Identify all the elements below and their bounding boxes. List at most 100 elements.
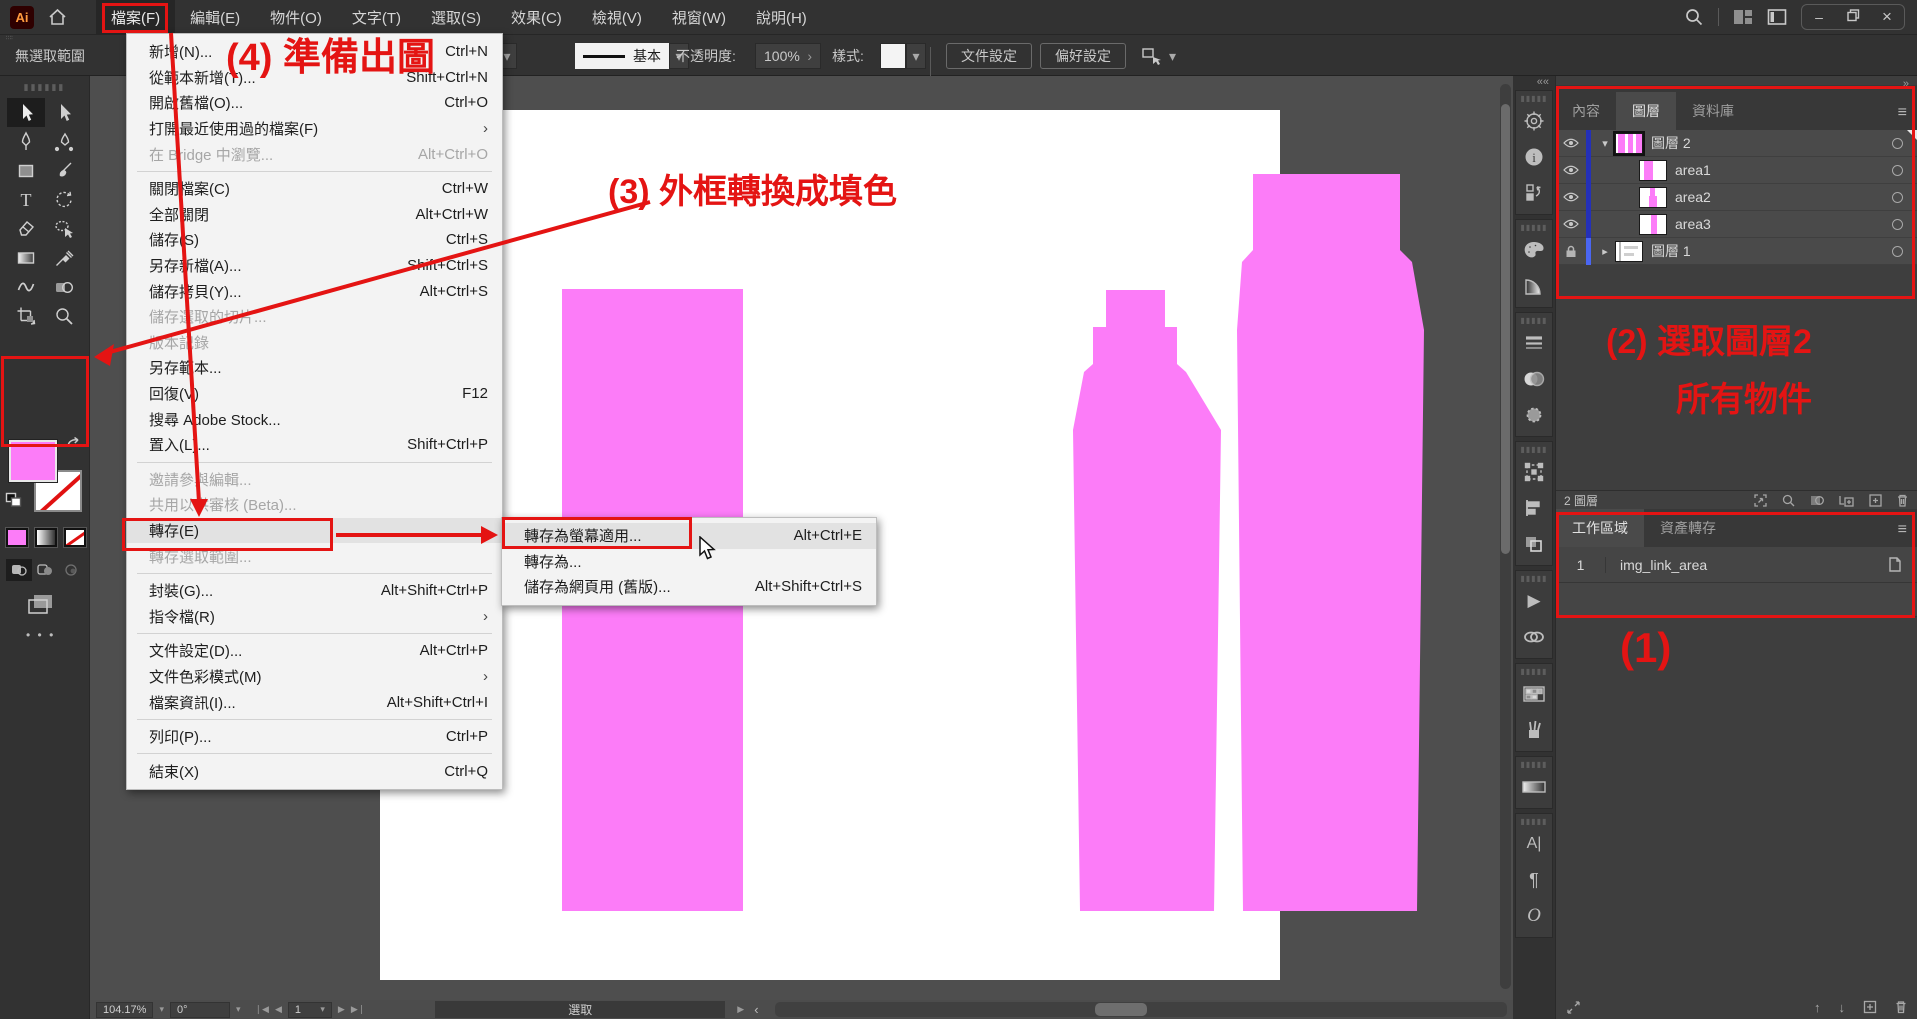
menu-item-save-a-copy[interactable]: 儲存拷貝(Y)...Alt+Ctrl+S (127, 278, 502, 304)
none-button[interactable] (64, 528, 86, 547)
actions-panel-icon[interactable]: ▶ (1516, 583, 1552, 619)
visibility-eye-icon[interactable] (1556, 165, 1586, 175)
brush-definition-select[interactable]: 基本 (575, 43, 669, 69)
menu-item-place[interactable]: 置入(L)...Shift+Ctrl+P (127, 432, 502, 458)
lock-icon[interactable] (1556, 245, 1586, 258)
horizontal-scrollbar[interactable] (775, 1002, 1507, 1017)
menu-file[interactable]: 檔案(F) (96, 0, 175, 34)
dock-grip[interactable]: ▮▮▮▮▮ (1516, 667, 1552, 676)
menu-item-package[interactable]: 封裝(G)...Alt+Shift+Ctrl+P (127, 578, 502, 604)
menu-item-save-as[interactable]: 另存新檔(A)...Shift+Ctrl+S (127, 253, 502, 279)
object-name[interactable]: area3 (1675, 216, 1711, 232)
layer-thumbnail[interactable] (1615, 241, 1643, 262)
selection-tool[interactable] (7, 98, 45, 127)
delete-artboard-icon[interactable] (1895, 1000, 1907, 1014)
menu-item-close[interactable]: 關閉檔案(C)Ctrl+W (127, 176, 502, 202)
opentype-panel-icon[interactable]: O (1516, 898, 1552, 934)
layer-name[interactable]: 圖層 1 (1651, 241, 1691, 261)
transform-panel-icon[interactable] (1516, 454, 1552, 490)
menu-item-close-all[interactable]: 全部關閉Alt+Ctrl+W (127, 202, 502, 228)
zoom-tool[interactable] (45, 301, 83, 330)
rotate-tool[interactable] (45, 185, 83, 214)
select-similar-chevron-icon[interactable]: ▾ (1169, 48, 1176, 65)
type-tool[interactable]: T (7, 185, 45, 214)
swatches-panel-icon[interactable] (1516, 676, 1552, 712)
dock-grip[interactable]: ▮▮▮▮▮ (1516, 760, 1552, 769)
layer-name[interactable]: 圖層 2 (1651, 133, 1691, 153)
tools-panel-grip[interactable]: ▮▮▮▮▮▮ (0, 76, 89, 93)
zoom-chevron-icon[interactable]: ▾ (159, 1004, 164, 1015)
submenu-item-save-for-web-legacy[interactable]: 儲存為網頁用 (舊版)...Alt+Shift+Ctrl+S (502, 574, 876, 600)
color-button[interactable] (6, 528, 28, 547)
gradient-tool[interactable] (7, 243, 45, 272)
shape-builder-tool[interactable] (45, 272, 83, 301)
expand-chevron-icon[interactable]: ▸ (1595, 245, 1615, 258)
layer-row-layer2[interactable]: ▾ 圖層 2 (1556, 130, 1917, 157)
object-thumbnail[interactable] (1639, 214, 1667, 235)
last-artboard-icon[interactable]: ▶❘ (351, 1004, 365, 1015)
move-up-icon[interactable]: ↑ (1814, 1000, 1821, 1015)
dock-grip[interactable]: ▮▮▮▮▮ (1516, 223, 1552, 232)
transparency-panel-icon[interactable] (1516, 361, 1552, 397)
align-panel-icon[interactable] (1516, 490, 1552, 526)
layers-panel-menu-icon[interactable]: ≡ (1898, 104, 1907, 122)
artboard-row[interactable]: 1 img_link_area (1556, 547, 1917, 583)
new-artboard-icon[interactable] (1863, 1000, 1877, 1014)
menu-item-file-info[interactable]: 檔案資訊(I)...Alt+Shift+Ctrl+I (127, 689, 502, 715)
move-down-icon[interactable]: ↓ (1839, 1000, 1846, 1015)
vertical-scrollbar[interactable] (1500, 84, 1511, 989)
menu-effect[interactable]: 效果(C) (496, 0, 577, 34)
menu-item-open-recent[interactable]: 打開最近使用過的檔案(F)› (127, 116, 502, 142)
pathfinder-panel-icon[interactable] (1516, 526, 1552, 562)
target-circle-icon[interactable] (1892, 246, 1903, 257)
search-layers-icon[interactable] (1781, 493, 1796, 508)
expand-chevron-icon[interactable]: ▾ (1595, 137, 1615, 150)
zoom-level-field[interactable]: 104.17% (96, 1002, 153, 1018)
paragraph-panel-icon[interactable]: ¶ (1516, 862, 1552, 898)
swap-fill-stroke-icon[interactable] (64, 436, 84, 452)
target-circle-icon[interactable] (1892, 138, 1903, 149)
draw-normal-button[interactable] (6, 559, 32, 581)
gradient-panel-icon[interactable] (1516, 769, 1552, 805)
status-play-icon[interactable]: ▶ (737, 1004, 744, 1015)
info-panel-icon[interactable]: i (1516, 139, 1552, 175)
menu-item-save-as-template[interactable]: 另存範本... (127, 355, 502, 381)
new-sublayer-icon[interactable] (1838, 493, 1855, 508)
document-setup-button[interactable]: 文件設定 (946, 43, 1032, 69)
object-name[interactable]: area1 (1675, 162, 1711, 178)
first-artboard-icon[interactable]: ❘◀ (255, 1004, 269, 1015)
object-thumbnail[interactable] (1639, 187, 1667, 208)
close-button[interactable]: × (1870, 7, 1904, 27)
prev-artboard-icon[interactable]: ◀ (275, 1004, 282, 1015)
visibility-eye-icon[interactable] (1556, 219, 1586, 229)
layer-row-area2[interactable]: area2 (1556, 184, 1917, 211)
new-layer-icon[interactable] (1868, 493, 1883, 508)
artboard-number-field[interactable]: 1▾ (288, 1002, 332, 1018)
object-thumbnail[interactable] (1639, 160, 1667, 181)
dock-grip[interactable]: ▮▮▮▮▮ (1516, 316, 1552, 325)
illustrator-app-icon[interactable]: Ai (10, 6, 34, 29)
dock-grip[interactable]: ▮▮▮▮▮ (1516, 817, 1552, 826)
links-panel-icon[interactable] (1516, 619, 1552, 655)
menu-item-save[interactable]: 儲存(S)Ctrl+S (127, 227, 502, 253)
dock-grip[interactable]: ▮▮▮▮▮ (1516, 445, 1552, 454)
tab-artboards[interactable]: 工作區域 (1556, 509, 1644, 547)
fill-swatch[interactable] (9, 440, 57, 482)
artboard-page-icon[interactable] (1887, 556, 1903, 573)
tab-libraries[interactable]: 資料庫 (1676, 92, 1750, 130)
rotation-field[interactable]: 0° (170, 1002, 230, 1018)
style-swatch[interactable] (880, 43, 906, 69)
layer-row-area1[interactable]: area1 (1556, 157, 1917, 184)
shaper-tool[interactable] (45, 214, 83, 243)
rectangle-tool[interactable] (7, 156, 45, 185)
properties-panel-icon[interactable] (1516, 103, 1552, 139)
width-tool[interactable] (7, 272, 45, 301)
workspace-switcher-icon[interactable] (1733, 8, 1753, 26)
shape-area3-bottle[interactable] (1237, 174, 1424, 911)
brushes-panel-icon[interactable] (1516, 712, 1552, 748)
target-circle-icon[interactable] (1892, 219, 1903, 230)
menu-item-exit[interactable]: 結束(X)Ctrl+Q (127, 758, 502, 784)
menu-view[interactable]: 檢視(V) (577, 0, 657, 34)
clipping-mask-icon[interactable] (1809, 493, 1825, 508)
panel-collapse-icon[interactable]: » (1903, 78, 1909, 90)
